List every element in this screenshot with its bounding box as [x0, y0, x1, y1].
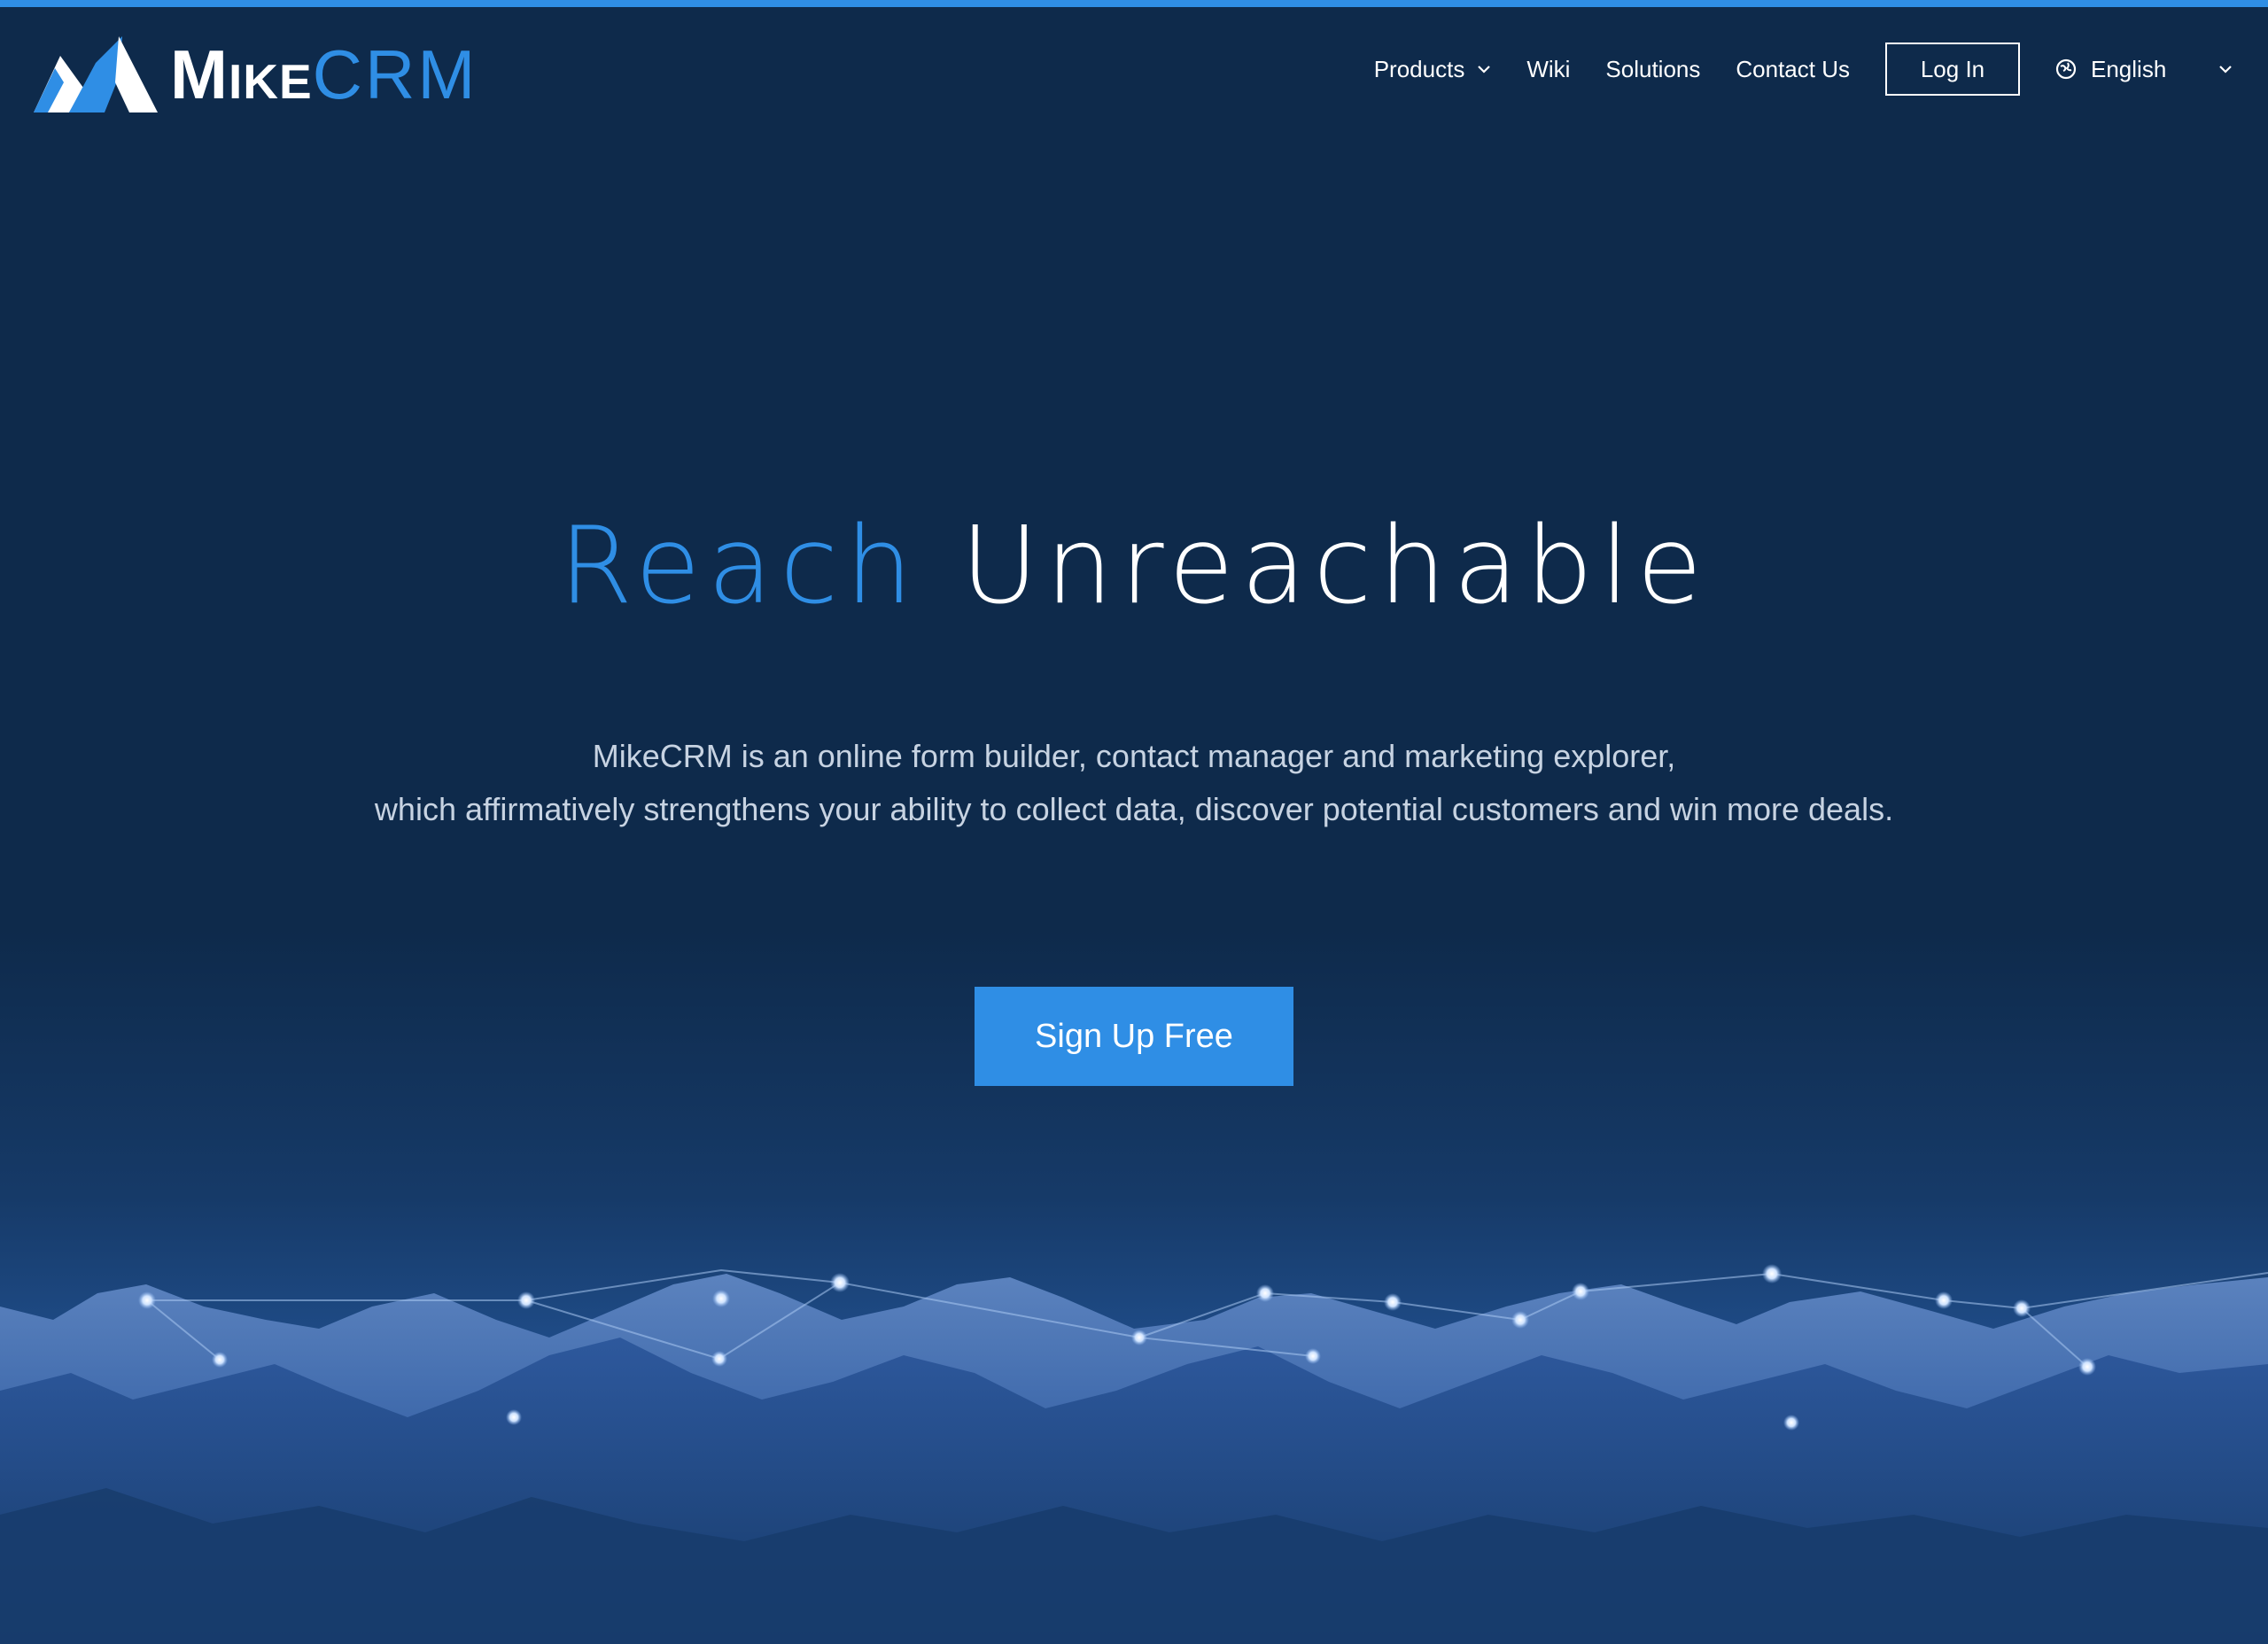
- logo-mark-icon: [34, 36, 158, 112]
- nav-solutions-label: Solutions: [1605, 55, 1701, 82]
- nav-products-label: Products: [1373, 55, 1465, 82]
- brand-name: MikeCRM: [170, 40, 478, 109]
- hero-description-line2: which affirmatively strengthens your abi…: [374, 791, 1894, 827]
- top-accent-bar: [0, 0, 2268, 7]
- mountain-landscape-image: [0, 1264, 2268, 1644]
- language-selector[interactable]: English: [2055, 56, 2233, 83]
- nav-wiki-label: Wiki: [1526, 55, 1571, 82]
- nav-contact-us[interactable]: Contact Us: [1736, 56, 1850, 83]
- main-nav: Products Wiki Solutions Contact Us Log I…: [1339, 41, 2233, 97]
- brand-logo[interactable]: MikeCRM: [34, 30, 494, 119]
- login-button[interactable]: Log In: [1885, 43, 2020, 96]
- site-header: MikeCRM Products Wiki Solutions Contact …: [0, 7, 2268, 131]
- hero-description-line1: MikeCRM is an online form builder, conta…: [592, 738, 1676, 774]
- nav-products[interactable]: Products: [1374, 56, 1492, 83]
- sign-up-free-button[interactable]: Sign Up Free: [975, 987, 1293, 1086]
- chevron-down-icon: [2219, 66, 2232, 74]
- hero-headline-main: Unreachable: [960, 505, 1710, 628]
- globe-icon: [2055, 58, 2077, 80]
- brand-name-part2: CRM: [312, 35, 478, 113]
- hero-headline-accent: Reach: [558, 505, 920, 628]
- language-selected: English: [2091, 55, 2167, 82]
- chevron-down-icon: [1478, 66, 1491, 74]
- hero-headline: Reach Unreachable: [0, 505, 2268, 628]
- nav-wiki[interactable]: Wiki: [1526, 56, 1570, 83]
- brand-name-part1: Mike: [170, 35, 313, 113]
- hero-description: MikeCRM is an online form builder, conta…: [0, 730, 2268, 836]
- nav-solutions[interactable]: Solutions: [1605, 56, 1700, 83]
- nav-contact-us-label: Contact Us: [1736, 55, 1850, 82]
